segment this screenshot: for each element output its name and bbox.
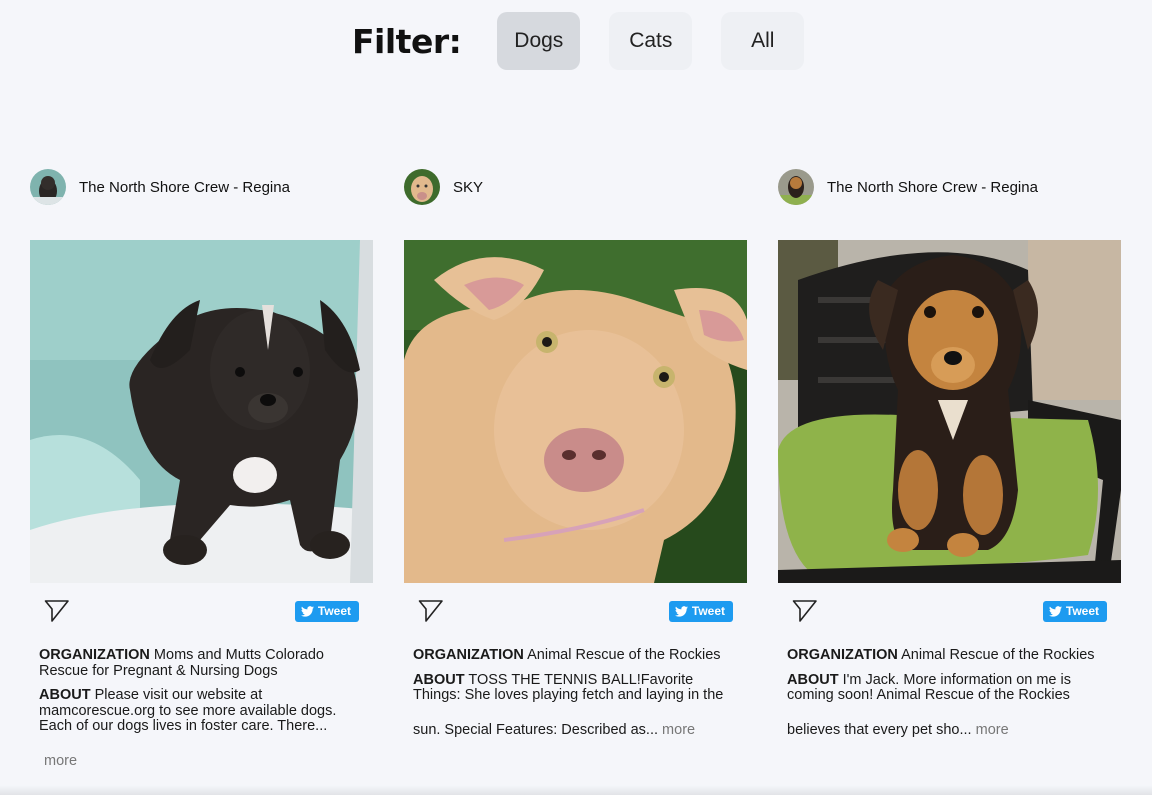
send-icon[interactable] [418,597,446,625]
tweet-button[interactable]: Tweet [1042,600,1107,622]
send-icon[interactable] [44,597,72,625]
about-value-continued: sun. Special Features: Described as... [413,721,659,738]
card-org-name[interactable]: The North Shore Crew - Regina [79,179,290,196]
tweet-button[interactable]: Tweet [668,600,733,622]
avatar[interactable] [30,169,66,205]
filter-all-button[interactable]: All [721,12,805,70]
card-actions: Tweet [404,583,747,639]
card-info: ORGANIZATION Animal Rescue of the Rockie… [404,639,747,738]
tweet-button[interactable]: Tweet [294,600,359,622]
avatar[interactable] [778,169,814,205]
more-link[interactable]: more [662,722,695,738]
pet-photo[interactable] [30,240,373,583]
pet-card: The North Shore Crew - Regina Tweet ORGA… [778,168,1121,769]
pet-card-list: The North Shore Crew - Regina Tweet ORGA… [30,168,1152,769]
card-info: ORGANIZATION Animal Rescue of the Rockie… [778,639,1121,738]
organization-value: Animal Rescue of the Rockies [901,647,1095,663]
more-link[interactable]: more [39,753,364,770]
filter-cats-button[interactable]: Cats [609,12,693,70]
about-value-continued: believes that every pet sho... [787,721,972,738]
organization-label: ORGANIZATION [787,647,898,663]
card-info: ORGANIZATION Moms and Mutts Colorado Res… [30,639,373,769]
filter-dogs-button[interactable]: Dogs [497,12,581,70]
pet-card: SKY Tweet ORGANIZATION Animal Rescue of … [404,168,747,769]
twitter-bird-icon [674,605,688,617]
card-actions: Tweet [30,583,373,639]
tweet-label: Tweet [1065,604,1099,618]
pet-card: The North Shore Crew - Regina Tweet ORGA… [30,168,373,769]
pet-photo[interactable] [778,240,1121,583]
twitter-bird-icon [300,605,314,617]
more-link[interactable]: more [976,722,1009,738]
card-actions: Tweet [778,583,1121,639]
filter-label: Filter: [352,21,462,61]
pet-photo[interactable] [404,240,747,583]
twitter-bird-icon [1048,605,1062,617]
organization-label: ORGANIZATION [39,647,150,663]
organization-label: ORGANIZATION [413,647,524,663]
organization-value: Animal Rescue of the Rockies [527,647,721,663]
about-label: ABOUT [413,671,465,688]
filter-bar: Filter: Dogs Cats All [352,12,833,70]
card-org-name[interactable]: The North Shore Crew - Regina [827,179,1038,196]
about-label: ABOUT [787,671,839,688]
about-label: ABOUT [39,687,91,703]
send-icon[interactable] [792,597,820,625]
card-org-name[interactable]: SKY [453,179,483,196]
tweet-label: Tweet [317,604,351,618]
card-header: The North Shore Crew - Regina [30,168,373,206]
card-header: The North Shore Crew - Regina [778,168,1121,206]
avatar[interactable] [404,169,440,205]
card-header: SKY [404,168,747,206]
bottom-shadow [0,785,1152,795]
tweet-label: Tweet [691,604,725,618]
